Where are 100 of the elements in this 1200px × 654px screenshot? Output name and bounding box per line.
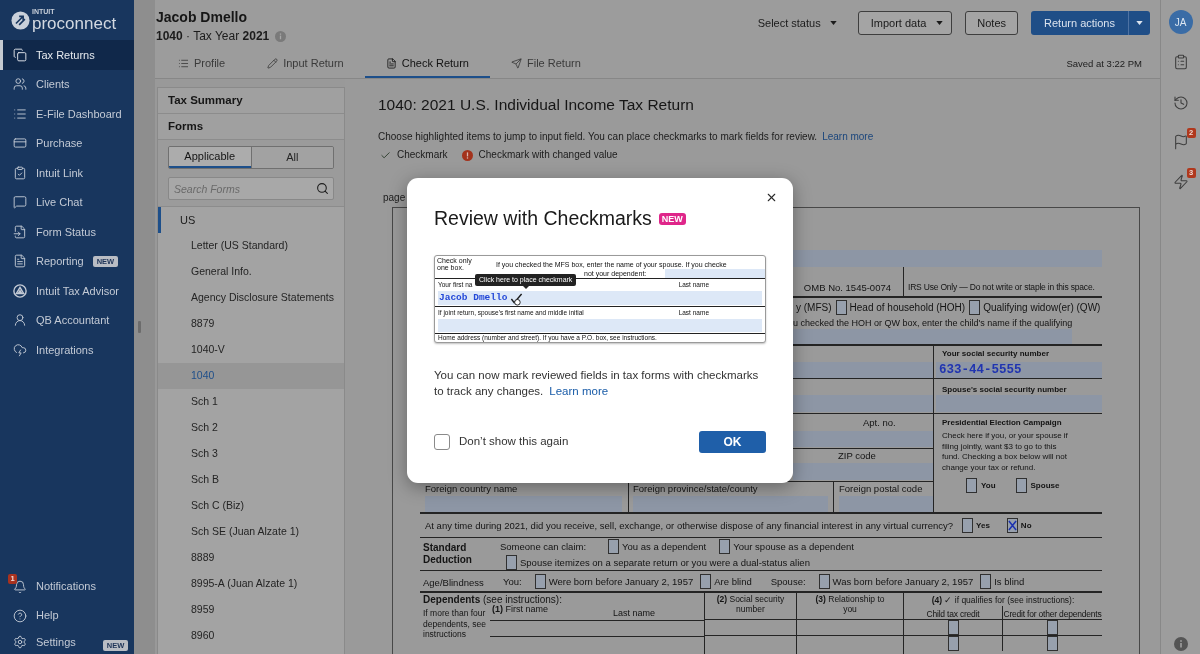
input-field[interactable] xyxy=(793,463,933,480)
lightning-icon[interactable] xyxy=(1172,174,1189,190)
checkbox[interactable] xyxy=(719,538,731,554)
history-icon[interactable] xyxy=(1172,95,1189,111)
form-title: 1040: 2021 U.S. Individual Income Tax Return xyxy=(378,95,694,115)
checkbox[interactable] xyxy=(608,538,620,554)
form-label: Spouse: xyxy=(770,575,806,587)
tree-item[interactable]: 8995-A (Juan Alzate 1) xyxy=(158,571,344,597)
sidebar-item[interactable]: Clients xyxy=(0,69,134,99)
input-field[interactable] xyxy=(425,496,622,512)
primary-split-button[interactable]: Return actions xyxy=(1031,11,1150,35)
tree-item[interactable]: 8879 xyxy=(158,311,344,337)
checkbox[interactable] xyxy=(962,518,974,533)
checkbox[interactable] xyxy=(506,554,517,570)
check-icon xyxy=(380,149,391,161)
column-header: (2) Social security number xyxy=(715,595,786,614)
checkbox[interactable] xyxy=(1006,518,1018,533)
input-field[interactable] xyxy=(793,362,933,378)
checkbox[interactable] xyxy=(434,434,450,450)
status-dropdown[interactable]: Select status xyxy=(757,14,837,32)
checkbox[interactable] xyxy=(1047,636,1058,651)
input-field[interactable] xyxy=(665,269,765,278)
form-text: Qualifying widow(er) (QW) xyxy=(983,302,1101,313)
close-icon[interactable] xyxy=(765,191,778,204)
input-field[interactable] xyxy=(793,395,933,412)
checkbox[interactable] xyxy=(1047,620,1058,635)
client-name: Jacob Dmello xyxy=(156,9,248,26)
avatar[interactable]: JA xyxy=(1168,10,1193,34)
tree-item[interactable]: Sch 1 xyxy=(158,389,344,415)
sidebar-item[interactable]: Live Chat xyxy=(0,187,134,217)
action-button[interactable]: Notes xyxy=(965,11,1019,35)
sidebar-item[interactable]: Intuit Link xyxy=(0,158,134,188)
tree-item[interactable]: Agency Disclosure Statements xyxy=(158,285,344,311)
filter-tab[interactable]: All xyxy=(250,147,333,168)
tree-item[interactable]: Sch B xyxy=(158,467,344,493)
sidebar-item[interactable]: Tax Returns xyxy=(0,40,134,70)
file-arrow-icon xyxy=(13,224,27,239)
tree-item[interactable]: 1040-V xyxy=(158,337,344,363)
column-header: Last name xyxy=(613,608,656,619)
tab[interactable]: Profile xyxy=(157,50,247,78)
checkbox[interactable] xyxy=(966,478,977,493)
sidebar-item[interactable]: E-File Dashboard xyxy=(0,99,134,129)
input-field[interactable] xyxy=(793,431,933,447)
checkbox[interactable] xyxy=(947,636,959,651)
sidebar-item[interactable]: Intuit Tax Advisor xyxy=(0,276,134,306)
triangle-circle-icon xyxy=(13,283,27,298)
tree-item[interactable]: Letter (US Standard) xyxy=(158,233,344,259)
bell-icon xyxy=(13,579,27,594)
sidebar-item[interactable]: Purchase xyxy=(0,128,134,158)
info-icon[interactable] xyxy=(1173,637,1188,651)
tree-item[interactable]: 8889 xyxy=(158,545,344,571)
input-field[interactable] xyxy=(839,496,933,512)
search-icon[interactable] xyxy=(316,182,329,195)
sidebar-item[interactable]: Form Status xyxy=(0,217,134,247)
sidebar-item[interactable]: Help xyxy=(0,601,134,630)
learn-more-link[interactable]: Learn more xyxy=(822,131,874,142)
settings-icon xyxy=(13,635,27,649)
tree-item[interactable]: 8959 xyxy=(158,597,344,623)
list-icon xyxy=(13,106,27,121)
form-text: At any time during 2021, did you receive, sell, exchange, or otherwise dispose of any financial interest in any virtual currency? xyxy=(425,520,954,531)
tree-item[interactable]: 8960 xyxy=(158,623,344,649)
column-header: (1) First name xyxy=(492,604,548,614)
input-field[interactable] xyxy=(438,319,762,332)
sidebar-item[interactable]: Integrations xyxy=(0,335,134,365)
input-field[interactable] xyxy=(793,250,1102,267)
input-field[interactable]: Jacob Dmello xyxy=(438,291,762,305)
form-label: Foreign province/state/county xyxy=(633,483,758,494)
tree-item[interactable]: General Info. xyxy=(158,259,344,285)
form-label: You: xyxy=(503,575,522,587)
split-button[interactable]: Import data xyxy=(857,11,953,35)
learn-more-link[interactable]: Learn more xyxy=(549,385,609,397)
checkbox[interactable] xyxy=(980,573,992,589)
tree-item[interactable]: Sch 2 xyxy=(158,415,344,441)
search-field[interactable]: Search Forms xyxy=(168,177,334,200)
tab[interactable]: Input Return xyxy=(246,50,365,78)
checkbox[interactable] xyxy=(534,573,546,589)
checkbox[interactable] xyxy=(835,300,847,315)
flag-icon[interactable] xyxy=(1172,134,1189,150)
checkbox[interactable] xyxy=(947,620,959,635)
ok-button[interactable]: OK xyxy=(699,431,766,453)
clipboard-icon[interactable] xyxy=(1172,54,1189,70)
tab[interactable]: File Return xyxy=(490,50,602,78)
form-label: Spouse xyxy=(1030,479,1060,492)
input-field[interactable] xyxy=(633,496,828,512)
input-field[interactable] xyxy=(936,395,1102,412)
instructions-text: Choose highlighted items to jump to input field. You can place checkmarks to mark fields for review. Learn more xyxy=(378,131,874,143)
checkbox[interactable] xyxy=(969,300,981,315)
drag-handle[interactable] xyxy=(138,321,141,333)
chat-icon xyxy=(13,195,27,210)
form-text: Spouse itemizes on a separate return or you were a dual-status alien xyxy=(520,556,810,568)
filter-tab[interactable]: Applicable xyxy=(169,147,251,168)
input-field[interactable] xyxy=(793,329,1072,344)
checkbox[interactable] xyxy=(1015,478,1027,493)
tree-item[interactable]: Sch 3 xyxy=(158,441,344,467)
tree-item[interactable]: Sch SE (Juan Alzate 1) xyxy=(158,519,344,545)
checkbox[interactable] xyxy=(700,573,712,589)
form-label: Spouse's social security number xyxy=(942,385,1067,395)
tree-item[interactable]: Sch C (Biz) xyxy=(158,493,344,519)
sidebar-item[interactable]: QB Accountant xyxy=(0,305,134,335)
checkbox[interactable] xyxy=(818,573,830,589)
